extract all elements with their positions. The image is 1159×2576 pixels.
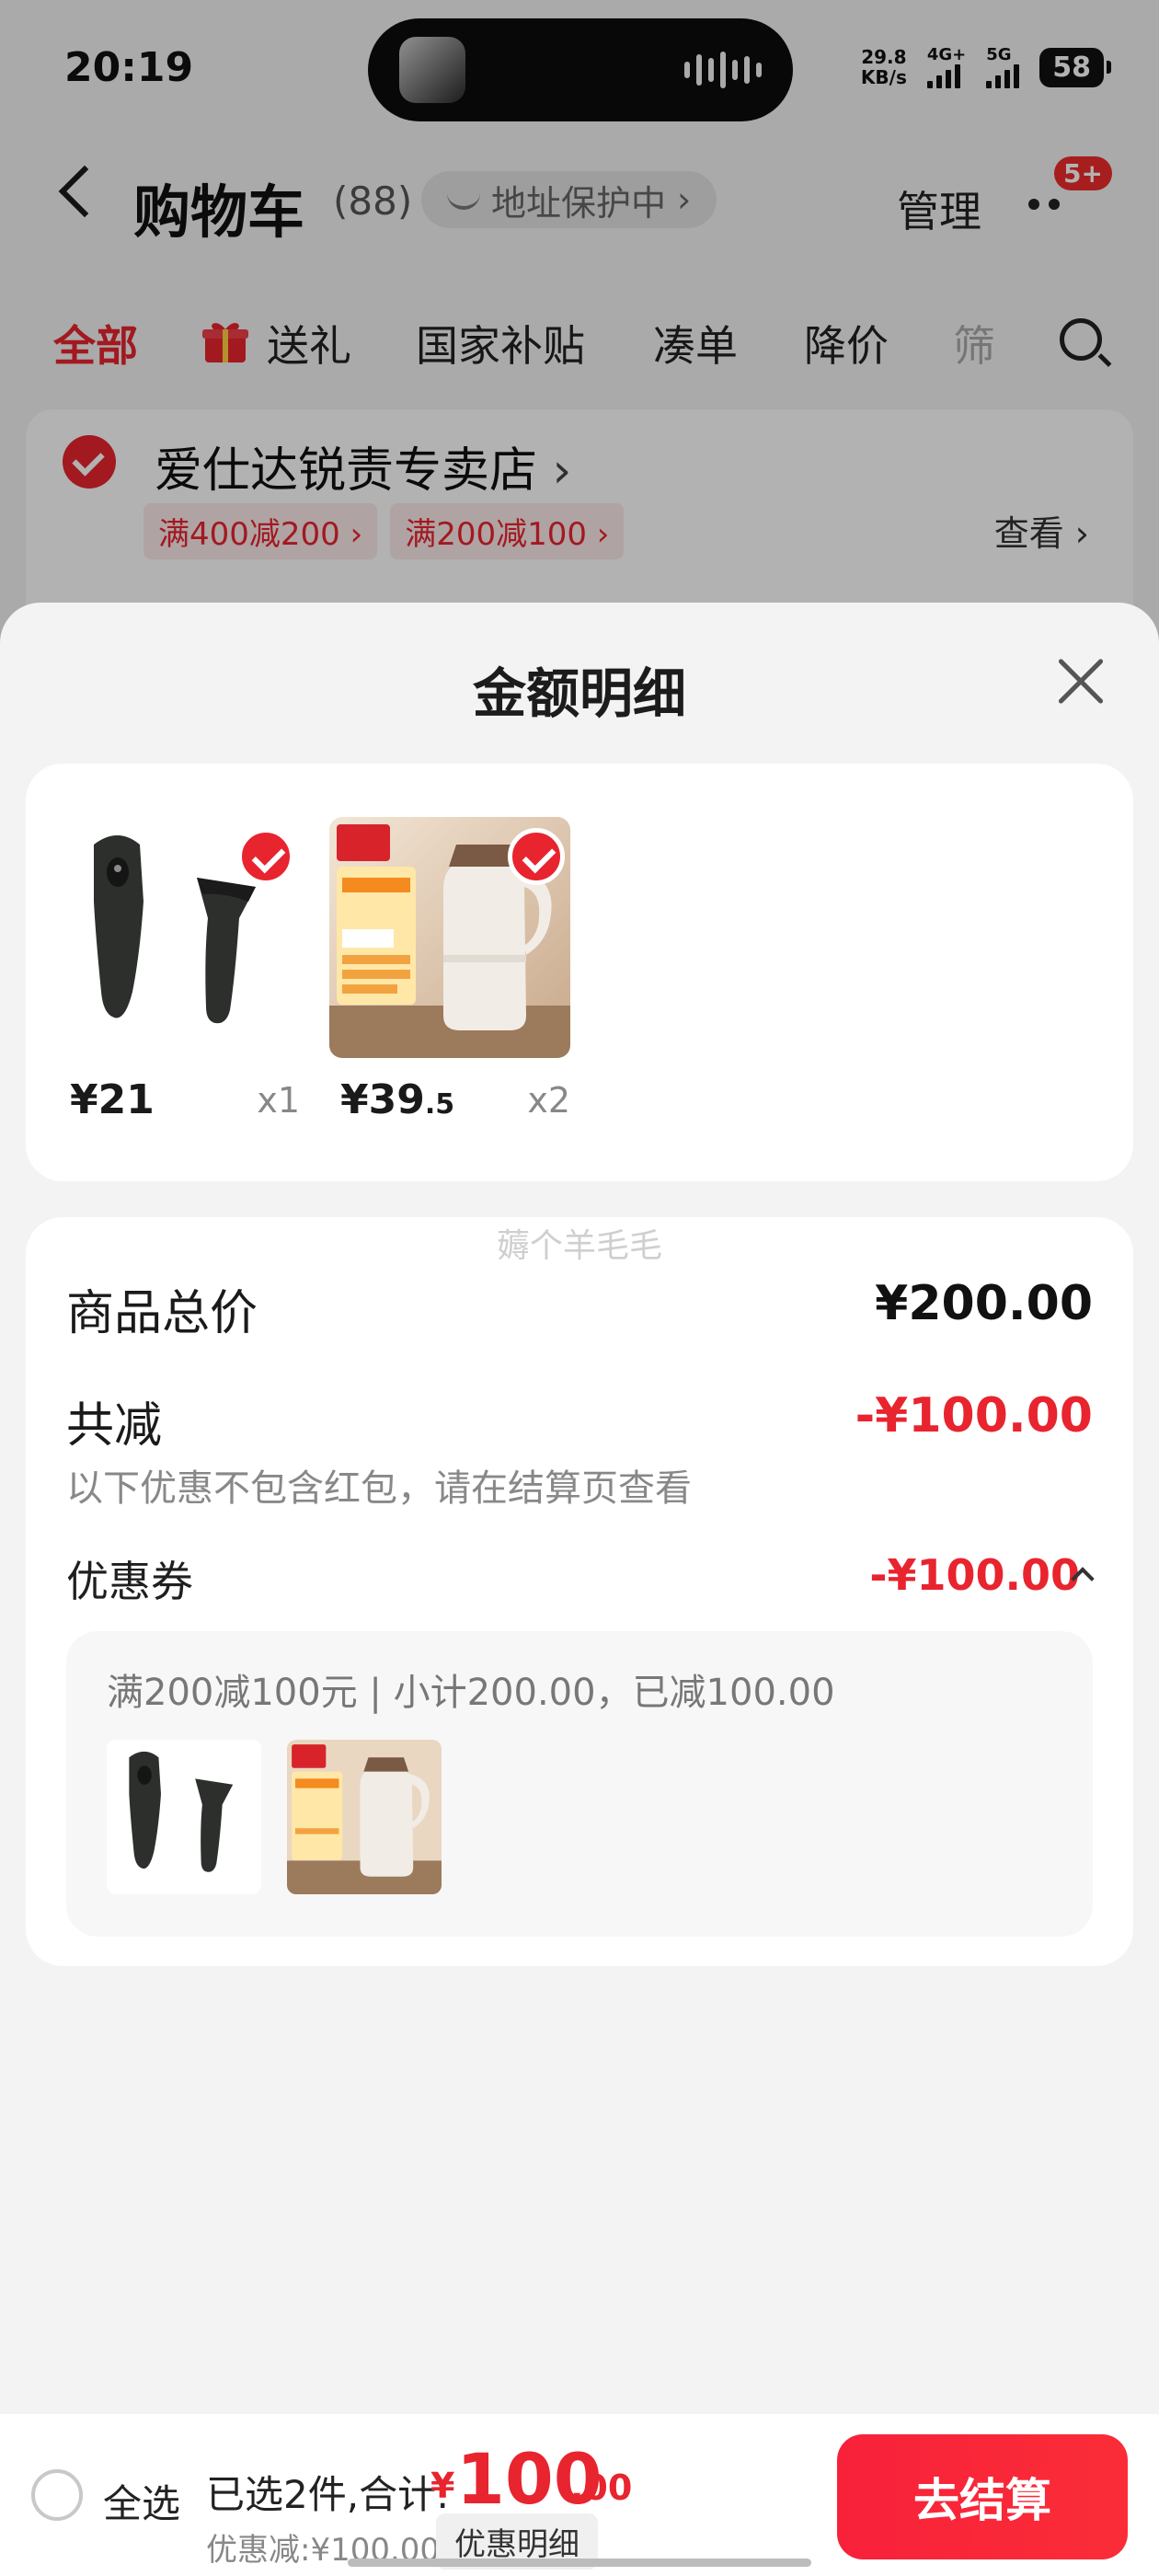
coupon-label: 优惠券 (66, 1557, 193, 1606)
selected-item[interactable]: ¥21 x1 (59, 764, 300, 1181)
selected-count-text: 已选2件,合计: (206, 2472, 450, 2517)
item-price-int: ¥39 (340, 1076, 425, 1123)
coupon-item-thumb (287, 1740, 442, 1894)
item-quantity: x2 (527, 1080, 570, 1121)
selected-item[interactable]: ¥39.5 x2 (329, 764, 570, 1181)
thermos-pot-image (287, 1740, 442, 1894)
item-quantity: x1 (257, 1080, 300, 1121)
total-currency: ¥ (430, 2466, 455, 2506)
reduction-note: 以下优惠不包含红包，请在结算页查看 (66, 1467, 692, 1510)
price-summary-card: 商品总价 ¥200.00 共减 -¥100.00 以下优惠不包含红包，请在结算页… (26, 1217, 1133, 1966)
item-price: ¥21 (70, 1076, 155, 1123)
total-price-label: 商品总价 (66, 1286, 258, 1341)
total-amount-dec: .00 (570, 2467, 633, 2508)
select-all-radio[interactable] (31, 2469, 83, 2521)
watermark-text: 薅个羊毛毛 (496, 1227, 662, 1265)
item-price-int: ¥21 (70, 1076, 155, 1123)
selected-items-card: ¥21 x1 ¥39.5 x2 (26, 764, 1133, 1181)
sheet-title: 金额明细 (472, 662, 686, 725)
item-checkbox[interactable] (237, 828, 294, 885)
checkout-button[interactable]: 去结算 (837, 2434, 1128, 2559)
total-price-value: ¥200.00 (875, 1276, 1093, 1331)
coupon-detail-box: 满200减100元 | 小计200.00，已减100.00 (66, 1631, 1093, 1937)
coupon-value[interactable]: -¥100.00 (869, 1550, 1080, 1600)
checkout-bar: 全选 已选2件,合计: ¥ 100 .00 优惠减:¥100.00 优惠明细 去… (0, 2414, 1159, 2576)
coupon-item-thumb (107, 1740, 261, 1894)
black-handle-image (107, 1740, 261, 1894)
amount-detail-sheet: 金额明细 ¥21 x1 ¥39.5 x2 商品总价 ¥200.00 共减 -¥1… (0, 603, 1159, 2576)
home-indicator[interactable] (348, 2559, 811, 2567)
reduction-value: -¥100.00 (855, 1388, 1093, 1443)
coupon-description: 满200减100元 | 小计200.00，已减100.00 (107, 1672, 835, 1714)
reduction-label: 共减 (66, 1398, 163, 1454)
item-price-dec: .5 (424, 1088, 455, 1121)
item-checkbox[interactable] (508, 828, 565, 885)
close-icon[interactable] (1054, 656, 1106, 707)
item-price: ¥39.5 (340, 1076, 454, 1123)
select-all-label[interactable]: 全选 (103, 2473, 180, 2529)
